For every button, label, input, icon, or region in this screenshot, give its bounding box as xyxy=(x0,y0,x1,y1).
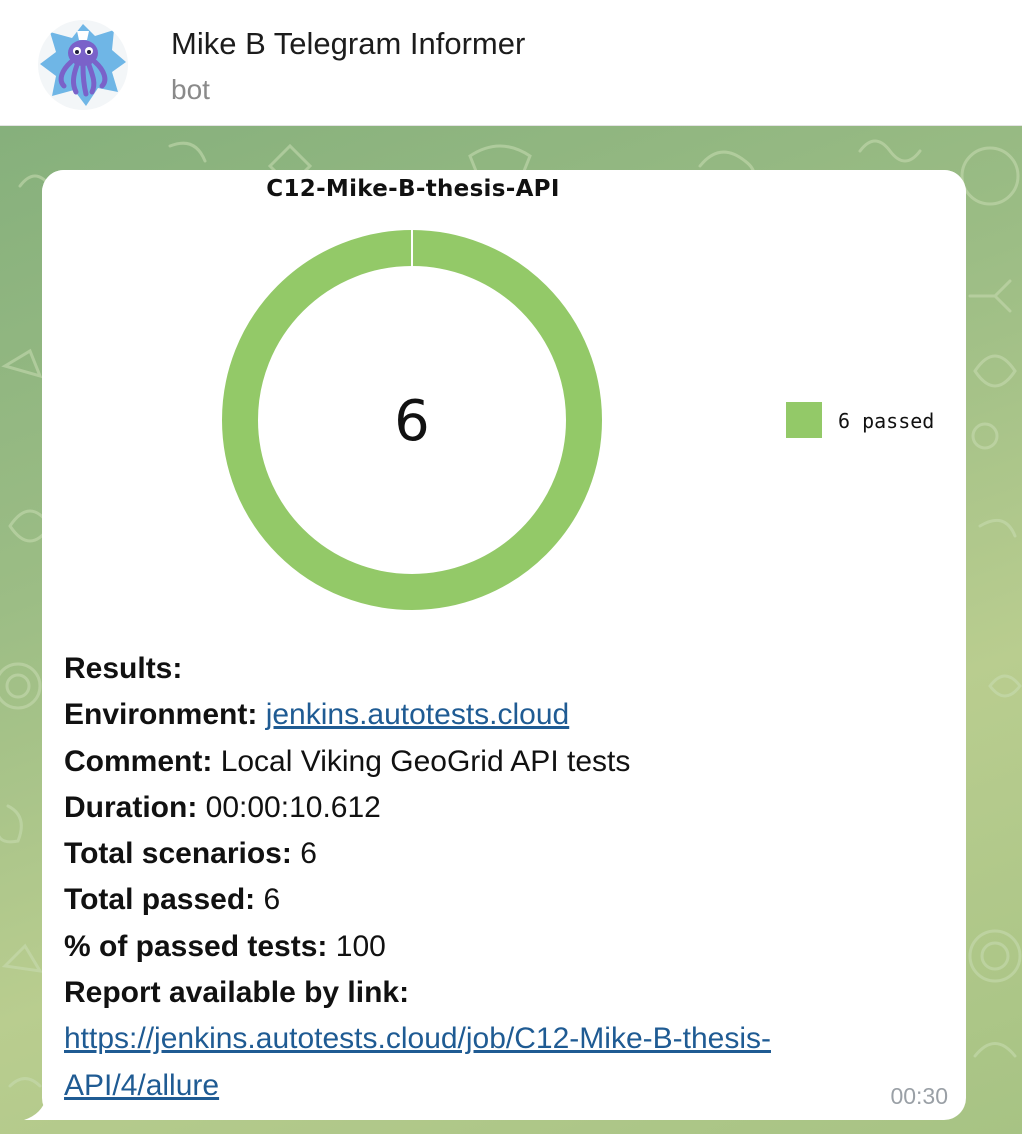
report-link-line-1: https://jenkins.autotests.cloud/job/C12-… xyxy=(64,1016,944,1062)
report-link-line-2: API/4/allure xyxy=(64,1063,944,1109)
octopus-icon xyxy=(40,24,126,106)
chat-header: Mike B Telegram Informer bot xyxy=(0,0,1022,126)
duration-value: 00:00:10.612 xyxy=(205,790,381,824)
comment-line: Comment: Local Viking GeoGrid API tests xyxy=(64,739,944,785)
percent-passed-label: % of passed tests: xyxy=(64,929,328,963)
report-link-part-1[interactable]: https://jenkins.autotests.cloud/job/C12-… xyxy=(64,1022,771,1055)
environment-link[interactable]: jenkins.autotests.cloud xyxy=(266,698,570,731)
results-heading: Results: xyxy=(64,652,183,685)
total-passed-line: Total passed: 6 xyxy=(64,877,944,923)
chat-title[interactable]: Mike B Telegram Informer xyxy=(171,26,525,62)
total-passed-value: 6 xyxy=(263,883,281,917)
results-text: Results: Environment: jenkins.autotests.… xyxy=(64,646,944,1109)
legend-label-0: 6 passed xyxy=(838,409,934,433)
duration-label: Duration: xyxy=(64,790,198,824)
legend-swatch-0 xyxy=(786,402,822,438)
report-chart[interactable]: 6 6 passed xyxy=(42,170,966,630)
report-link-part-2[interactable]: API/4/allure xyxy=(64,1069,219,1102)
environment-line: Environment: jenkins.autotests.cloud xyxy=(64,692,944,738)
chat-subtitle: bot xyxy=(171,74,210,105)
percent-passed-value: 100 xyxy=(335,929,386,963)
message-bubble[interactable]: 6 6 passed C12-Mike-B-thesis-API Results:… xyxy=(42,170,966,1120)
report-line: Report available by link: xyxy=(64,970,944,1016)
total-scenarios-line: Total scenarios: 6 xyxy=(64,831,944,877)
comment-label: Comment: xyxy=(64,744,213,778)
bot-avatar[interactable] xyxy=(38,20,128,110)
percent-passed-line: % of passed tests: 100 xyxy=(64,924,944,970)
report-label: Report available by link: xyxy=(64,976,410,1010)
total-scenarios-label: Total scenarios: xyxy=(64,837,292,871)
chart-center-label: 6 xyxy=(394,389,430,454)
message-time: 00:30 xyxy=(890,1083,948,1109)
environment-label: Environment: xyxy=(64,698,258,732)
duration-line: Duration: 00:00:10.612 xyxy=(64,785,944,831)
total-scenarios-value: 6 xyxy=(300,837,317,871)
chart-title: C12-Mike-B-thesis-API xyxy=(266,176,560,202)
results-heading-line: Results: xyxy=(64,646,944,692)
comment-value: Local Viking GeoGrid API tests xyxy=(220,744,631,778)
total-passed-label: Total passed: xyxy=(64,883,256,917)
